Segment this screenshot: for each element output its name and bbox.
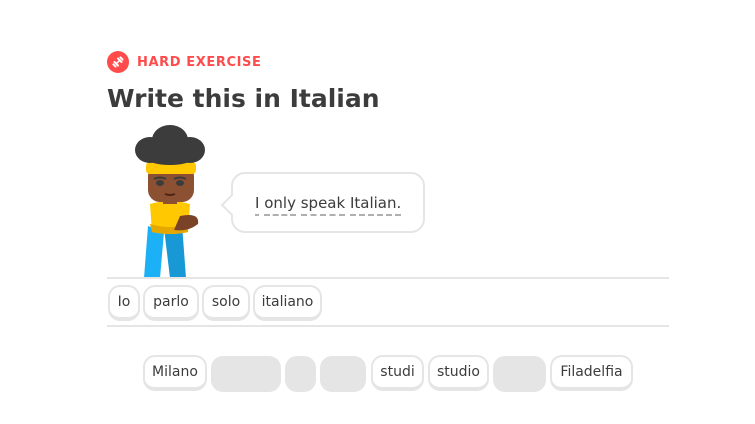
answer-line-top bbox=[107, 277, 669, 279]
character-illustration bbox=[130, 120, 210, 278]
dumbbell-icon bbox=[107, 51, 129, 73]
word-bank-tile[interactable]: Filadelfia bbox=[550, 355, 633, 391]
prompt-word[interactable]: only bbox=[264, 193, 296, 216]
exercise-title: Write this in Italian bbox=[107, 84, 380, 113]
difficulty-label: HARD EXERCISE bbox=[137, 54, 262, 70]
prompt-word[interactable]: Italian. bbox=[349, 193, 402, 216]
word-bank-empty-slot bbox=[285, 356, 316, 392]
word-bank-empty-slot bbox=[320, 356, 366, 392]
speech-bubble-tail bbox=[220, 193, 244, 217]
answer-line-bottom bbox=[107, 325, 669, 327]
difficulty-badge: HARD EXERCISE bbox=[107, 51, 261, 73]
answer-tile[interactable]: italiano bbox=[253, 285, 322, 321]
word-bank-tile[interactable]: studi bbox=[371, 355, 424, 391]
word-bank-tile[interactable]: Milano bbox=[143, 355, 207, 391]
word-bank-tile[interactable]: studio bbox=[428, 355, 489, 391]
word-bank-empty-slot bbox=[493, 356, 546, 392]
word-bank-empty-slot bbox=[211, 356, 281, 392]
prompt-sentence: I only speak Italian. bbox=[255, 193, 402, 216]
answer-tile[interactable]: solo bbox=[202, 285, 250, 321]
answer-tile[interactable]: parlo bbox=[143, 285, 199, 321]
prompt-word[interactable]: speak bbox=[300, 193, 346, 216]
speech-bubble: I only speak Italian. bbox=[220, 172, 425, 233]
prompt-word[interactable]: I bbox=[255, 193, 260, 216]
answer-tile[interactable]: Io bbox=[108, 285, 140, 321]
